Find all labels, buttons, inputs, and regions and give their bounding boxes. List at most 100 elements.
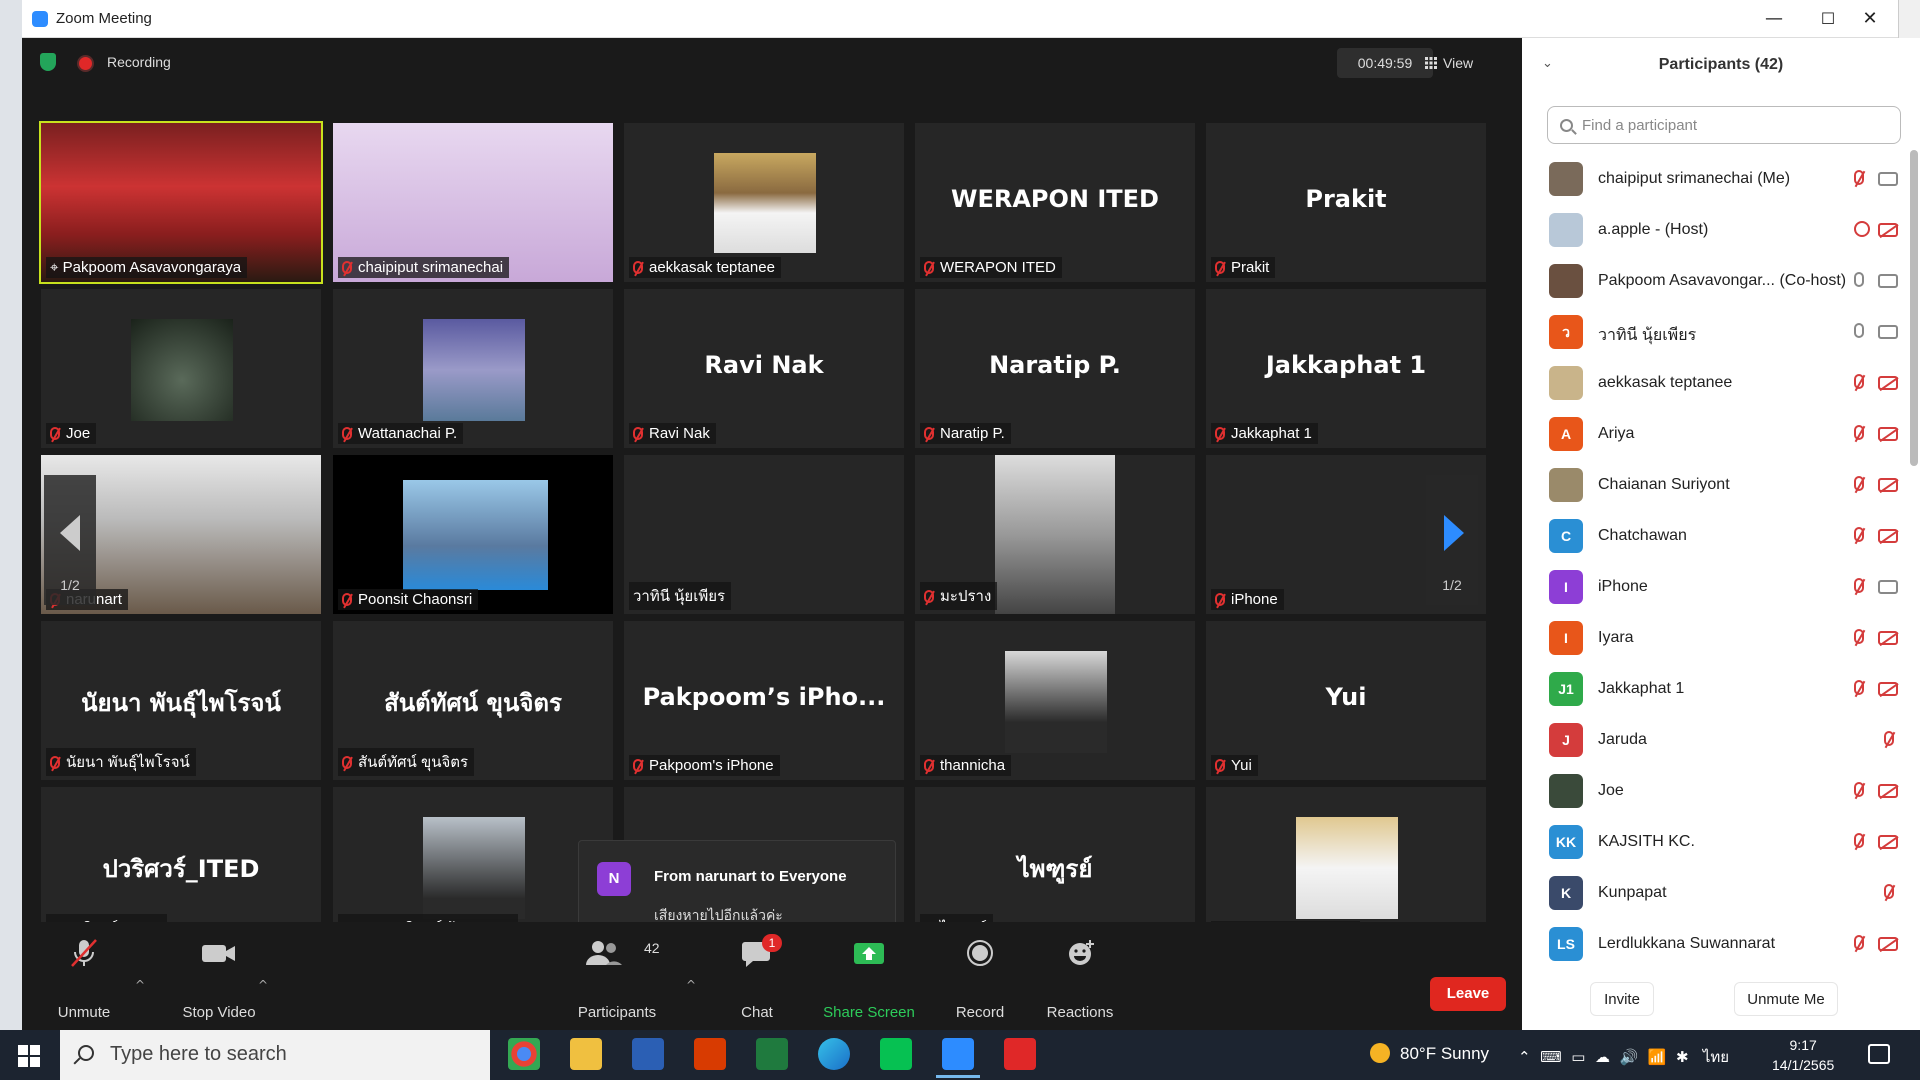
chat-button[interactable]: 1 Chat: [722, 922, 792, 1030]
video-tile[interactable]: Poonsit Chaonsri: [333, 455, 613, 614]
invite-button[interactable]: Invite: [1590, 982, 1654, 1016]
encryption-shield-icon[interactable]: [40, 53, 56, 71]
excel-icon[interactable]: [756, 1038, 788, 1070]
view-button[interactable]: View: [1425, 48, 1499, 78]
tile-name-label: Joe: [46, 423, 97, 444]
participant-list-scrollbar[interactable]: [1910, 150, 1918, 466]
video-tile[interactable]: มะปราง: [915, 455, 1195, 614]
chat-sender-line: From narunart to Everyone: [654, 868, 847, 885]
unmute-button[interactable]: Unmute: [44, 922, 124, 1030]
participant-video-feed: [423, 817, 525, 919]
participants-caret-icon[interactable]: ^: [686, 978, 696, 992]
participant-row[interactable]: ว วาทินี นุ้ยเพียร: [1522, 307, 1920, 358]
participant-row[interactable]: Joe: [1522, 766, 1920, 817]
clock-time: 9:17: [1789, 1037, 1817, 1053]
participant-row[interactable]: J1 Jakkaphat 1: [1522, 664, 1920, 715]
taskbar-clock[interactable]: 9:17 14/1/2565: [1772, 1035, 1834, 1075]
leave-button[interactable]: Leave: [1430, 977, 1506, 1011]
video-tile[interactable]: Prakit Prakit: [1206, 123, 1486, 282]
video-tile[interactable]: aekkasak teptanee: [624, 123, 904, 282]
participant-row[interactable]: Pakpoom Asavavongar... (Co-host): [1522, 256, 1920, 307]
video-tile[interactable]: Yui Yui: [1206, 621, 1486, 780]
microphone-muted-icon: [633, 427, 643, 440]
participant-row[interactable]: C Chatchawan: [1522, 511, 1920, 562]
share-screen-button[interactable]: Share Screen: [814, 922, 924, 1030]
office-icon[interactable]: [694, 1038, 726, 1070]
participant-row[interactable]: chaipiput srimanechai (Me): [1522, 154, 1920, 205]
tile-name-text: มะปราง: [940, 588, 992, 605]
participant-row[interactable]: A Ariya: [1522, 409, 1920, 460]
taskbar-search-box[interactable]: Type here to search: [60, 1030, 490, 1080]
microphone-muted-icon: [633, 759, 643, 772]
participant-name: วาทินี นุ้ยเพียร: [1598, 327, 1697, 344]
chrome-icon[interactable]: [508, 1038, 540, 1070]
participant-row[interactable]: KK KAJSITH KC.: [1522, 817, 1920, 868]
video-tile[interactable]: ⌖ Pakpoom Asavavongaraya: [39, 121, 323, 284]
participant-row[interactable]: a.apple - (Host): [1522, 205, 1920, 256]
search-icon: [78, 1045, 94, 1061]
sun-icon: [1370, 1043, 1390, 1063]
video-tile[interactable]: สันต์ทัศน์ ขุนจิตร สันต์ทัศน์ ขุนจิตร: [333, 621, 613, 780]
video-tile[interactable]: Naratip P. Naratip P.: [915, 289, 1195, 448]
tile-name-label: Poonsit Chaonsri: [338, 589, 479, 610]
video-tile[interactable]: Jakkaphat 1 Jakkaphat 1: [1206, 289, 1486, 448]
microphone-muted-icon: [342, 261, 352, 274]
tile-name-label: วาทินี นุ้ยเพียร: [629, 582, 732, 610]
video-tile[interactable]: chaipiput srimanechai: [333, 123, 613, 282]
edge-icon[interactable]: [818, 1038, 850, 1070]
weather-widget[interactable]: 80°F Sunny: [1370, 1043, 1489, 1064]
maximize-button[interactable]: ☐: [1806, 4, 1850, 34]
previous-page-button[interactable]: 1/2: [44, 475, 96, 605]
video-tile[interactable]: Pakpoom’s iPho... Pakpoom's iPhone: [624, 621, 904, 780]
microphone-muted-icon: [1854, 374, 1864, 389]
audio-options-caret-icon[interactable]: ^: [135, 978, 145, 992]
windows-start-icon[interactable]: [18, 1045, 40, 1067]
video-off-icon: [1878, 784, 1898, 798]
record-button[interactable]: Record: [940, 922, 1020, 1030]
video-tile[interactable]: thannicha: [915, 621, 1195, 780]
reactions-button[interactable]: Reactions: [1035, 922, 1125, 1030]
participant-search-input[interactable]: Find a participant: [1547, 106, 1901, 144]
video-tile[interactable]: Wattanachai P.: [333, 289, 613, 448]
microphone-muted-icon: [342, 427, 352, 440]
participant-row[interactable]: I Iyara: [1522, 613, 1920, 664]
participant-row[interactable]: LS Lerdlukkana Suwannarat: [1522, 919, 1920, 970]
system-tray[interactable]: ⌃ ⌨ ▭ ☁ 🔊 📶 ✱ ไทย: [1518, 1045, 1729, 1069]
participant-row[interactable]: IiPhone: [1522, 562, 1920, 613]
arrow-left-icon: [60, 515, 80, 551]
participant-name: Pakpoom Asavavongar... (Co-host): [1598, 272, 1847, 289]
zoom-window: Zoom Meeting — ☐ ✕ Recording 00:49:59 Vi…: [22, 0, 1920, 1030]
video-tile[interactable]: นัยนา พันธุ์ไพโรจน์ นัยนา พันธุ์ไพโรจน์: [41, 621, 321, 780]
audio-status-icon: [1854, 221, 1870, 237]
zoom-taskbar-icon[interactable]: [936, 1038, 980, 1078]
microphone-muted-icon: [1854, 680, 1864, 695]
participant-row[interactable]: J Jaruda: [1522, 715, 1920, 766]
pdf-reader-icon[interactable]: [1004, 1038, 1036, 1070]
participant-row[interactable]: K Kunpapat: [1522, 868, 1920, 919]
language-indicator[interactable]: ไทย: [1703, 1048, 1729, 1066]
microphone-muted-icon: [1215, 261, 1225, 274]
participant-row[interactable]: aekkasak teptanee: [1522, 358, 1920, 409]
line-app-icon[interactable]: [880, 1038, 912, 1070]
video-options-caret-icon[interactable]: ^: [258, 978, 268, 992]
tile-name-label: thannicha: [920, 755, 1012, 776]
video-tile[interactable]: Joe: [41, 289, 321, 448]
video-tile[interactable]: WERAPON ITED WERAPON ITED: [915, 123, 1195, 282]
close-button[interactable]: ✕: [1848, 4, 1892, 34]
avatar: KK: [1549, 825, 1583, 859]
participants-button[interactable]: 42 Participants: [562, 922, 672, 1030]
file-explorer-icon[interactable]: [570, 1038, 602, 1070]
notification-icon[interactable]: [1868, 1044, 1890, 1064]
video-off-icon: [1878, 937, 1898, 951]
stop-video-button[interactable]: Stop Video: [164, 922, 274, 1030]
next-page-button[interactable]: 1/2: [1426, 475, 1478, 605]
tile-name-label: Ravi Nak: [629, 423, 716, 444]
video-tile[interactable]: วาทินี นุ้ยเพียร: [624, 455, 904, 614]
unmute-me-button[interactable]: Unmute Me: [1734, 982, 1838, 1016]
tile-name-text: วาทินี นุ้ยเพียร: [633, 588, 726, 605]
minimize-button[interactable]: —: [1752, 4, 1796, 34]
word-icon[interactable]: [632, 1038, 664, 1070]
participant-row[interactable]: Chaianan Suriyont: [1522, 460, 1920, 511]
video-tile[interactable]: Ravi Nak Ravi Nak: [624, 289, 904, 448]
video-off-icon: [1878, 223, 1898, 237]
